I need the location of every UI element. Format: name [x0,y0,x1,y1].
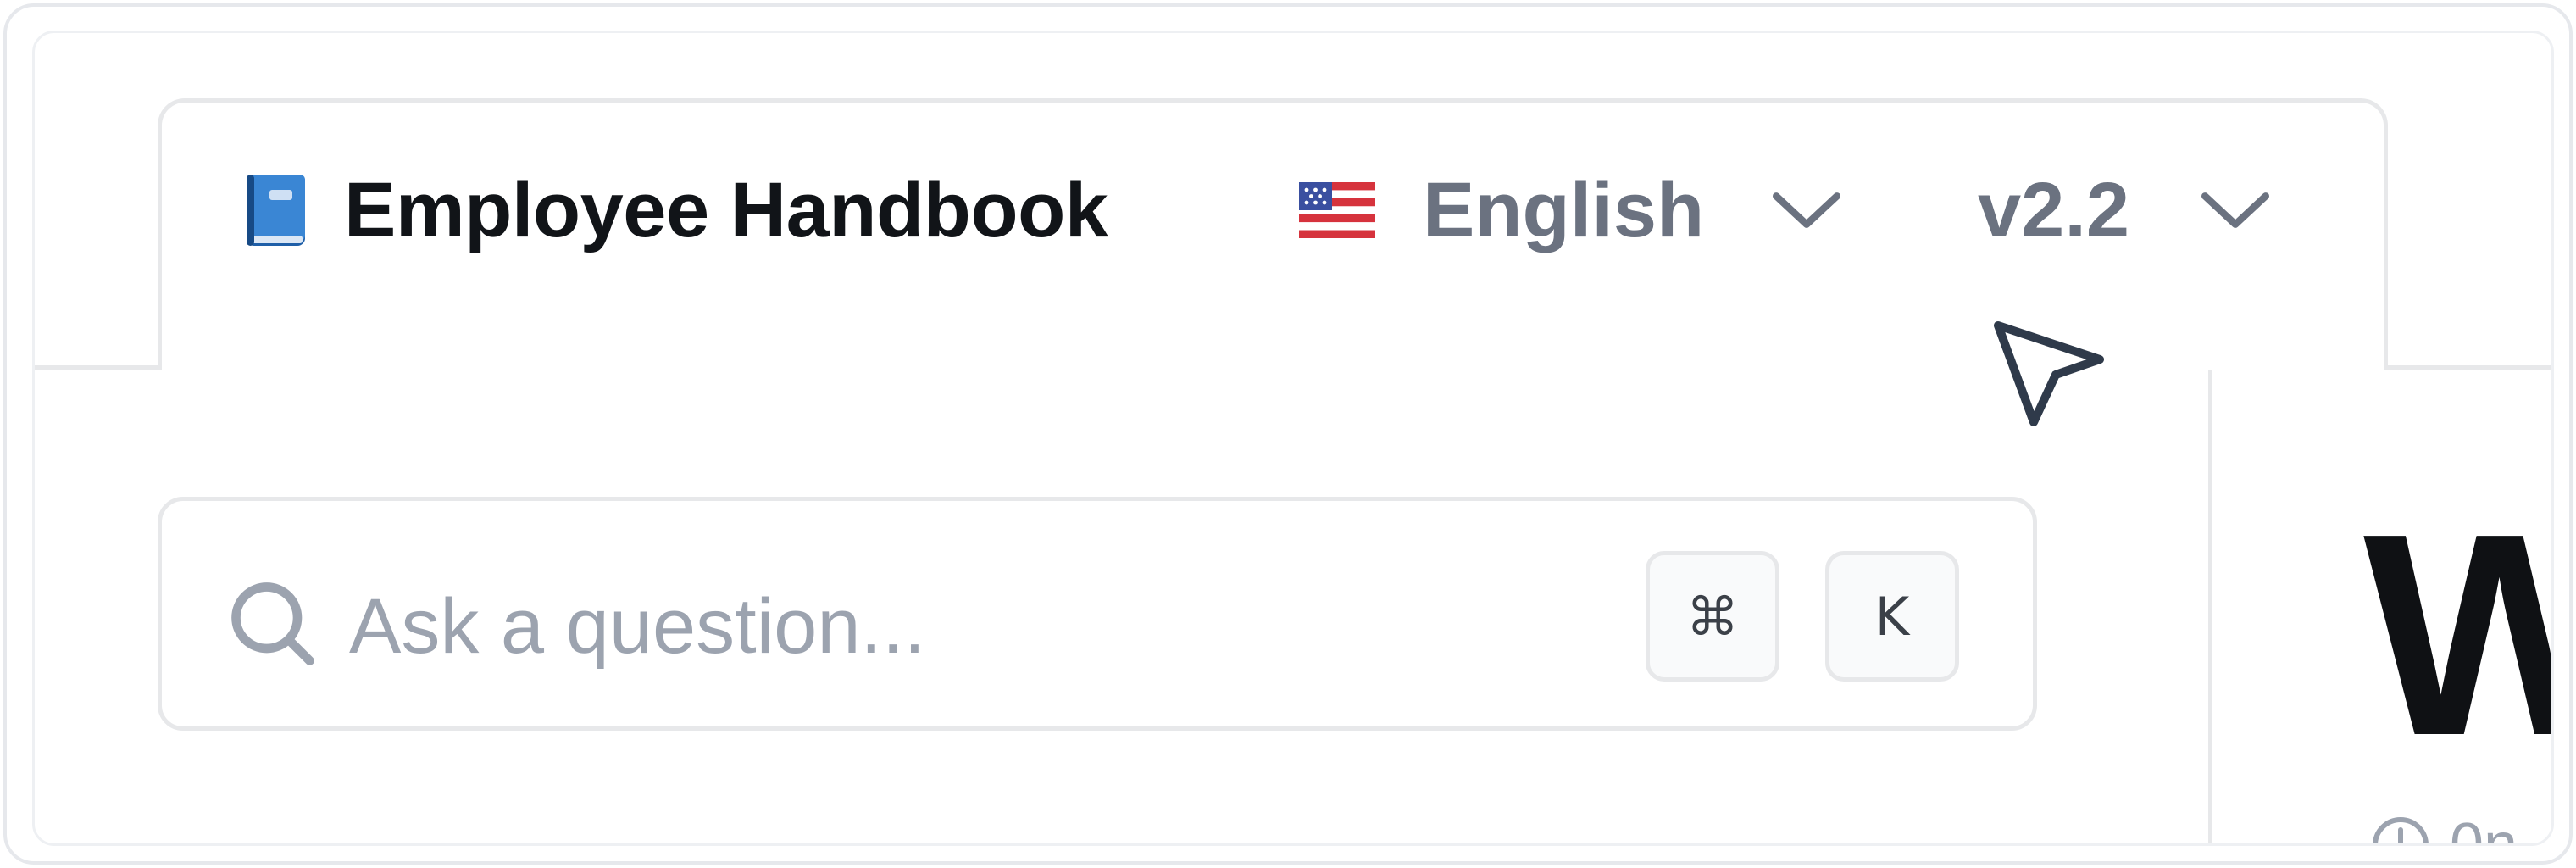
clock-icon [2373,817,2429,843]
shortcut-key-cmd: ⌘ [1646,551,1779,682]
brand[interactable]: Employee Handbook [244,164,1108,257]
search-icon [231,582,314,665]
shortcut-key-k: K [1825,551,1959,682]
page-meta: 0n [2370,811,2518,846]
language-selector[interactable]: English [1299,164,1843,257]
version-label: v2.2 [1978,166,2130,253]
content-divider [2208,367,2212,843]
app-title: Employee Handbook [344,166,1108,253]
chevron-down-icon [1773,192,1841,228]
app-window: W 0n Employee Handbook [3,3,2573,865]
cursor-arrow-icon [1994,321,2104,426]
page-title: W [2363,491,2551,779]
us-flag-icon [1299,182,1375,238]
search-input[interactable]: Ask a question... [349,580,925,673]
language-label: English [1423,166,1705,253]
book-icon [247,175,305,246]
chevron-down-icon [2201,192,2270,228]
page-meta-text: 0n [2450,811,2518,846]
version-selector[interactable]: v2.2 [1978,164,2272,257]
